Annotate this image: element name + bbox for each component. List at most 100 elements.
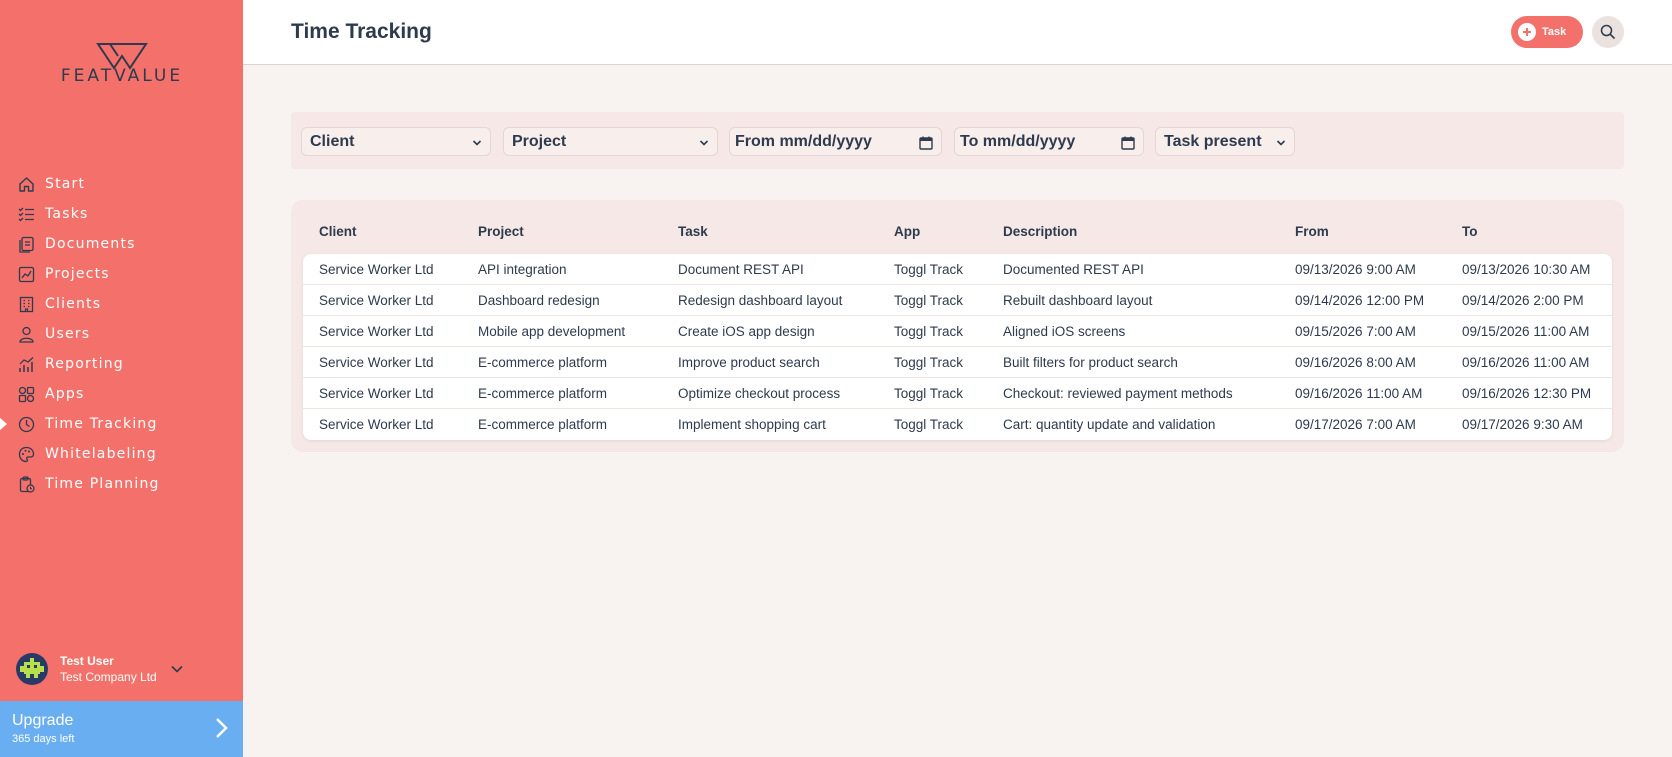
palette-icon <box>17 445 35 463</box>
table-row[interactable]: Service Worker Ltd Dashboard redesign Re… <box>303 285 1612 316</box>
sidebar-item-users[interactable]: Users <box>0 319 243 349</box>
cell-app: Toggl Track <box>894 262 964 277</box>
sidebar-item-label: Reporting <box>45 356 124 372</box>
column-header-app[interactable]: App <box>894 224 920 239</box>
column-header-client[interactable]: Client <box>319 224 357 239</box>
sidebar-item-tasks[interactable]: Tasks <box>0 199 243 229</box>
checklist-icon <box>17 205 35 223</box>
cell-to: 09/16/2026 12:30 PM <box>1462 386 1592 401</box>
to-date-input[interactable]: To mm/dd/yyyy <box>954 127 1144 156</box>
cell-description: Rebuilt dashboard layout <box>1003 293 1153 308</box>
cell-client: Service Worker Ltd <box>319 355 434 370</box>
from-date-placeholder: From mm/dd/yyyy <box>735 132 872 150</box>
search-button[interactable] <box>1592 16 1624 48</box>
chevron-right-icon <box>215 717 229 744</box>
cell-app: Toggl Track <box>894 417 964 432</box>
sidebar-item-projects[interactable]: Projects <box>0 259 243 289</box>
cell-from: 09/15/2026 7:00 AM <box>1295 324 1416 339</box>
sidebar-item-apps[interactable]: Apps <box>0 379 243 409</box>
cell-project: E-commerce platform <box>478 386 608 401</box>
filter-bar: Client Project From mm/dd/yyyy To mm/dd/… <box>291 112 1624 169</box>
chart-icon <box>17 355 35 373</box>
sidebar-item-reporting[interactable]: Reporting <box>0 349 243 379</box>
cell-app: Toggl Track <box>894 386 964 401</box>
cell-project: Dashboard redesign <box>478 293 600 308</box>
sidebar-item-label: Apps <box>45 386 85 402</box>
column-header-task[interactable]: Task <box>678 224 708 239</box>
sidebar-item-clients[interactable]: Clients <box>0 289 243 319</box>
column-header-project[interactable]: Project <box>478 224 524 239</box>
cell-app: Toggl Track <box>894 293 964 308</box>
task-present-select[interactable]: Task present <box>1155 127 1295 156</box>
table-row[interactable]: Service Worker Ltd E-commerce platform O… <box>303 378 1612 409</box>
search-icon <box>1600 24 1616 40</box>
cell-from: 09/17/2026 7:00 AM <box>1295 417 1416 432</box>
cell-description: Documented REST API <box>1003 262 1144 277</box>
cell-task: Document REST API <box>678 262 804 277</box>
sidebar-item-whitelabeling[interactable]: Whitelabeling <box>0 439 243 469</box>
cell-task: Redesign dashboard layout <box>678 293 843 308</box>
projects-icon <box>17 265 35 283</box>
chevron-down-icon <box>699 136 709 154</box>
column-header-description[interactable]: Description <box>1003 224 1077 239</box>
cell-description: Checkout: reviewed payment methods <box>1003 386 1233 401</box>
sidebar: FEATVALUE Start Tasks Documents Projects <box>0 0 243 757</box>
upgrade-banner[interactable]: Upgrade 365 days left <box>0 701 243 757</box>
sidebar-item-label: Time Tracking <box>45 416 158 432</box>
robot-avatar-icon <box>20 658 44 678</box>
cell-description: Built filters for product search <box>1003 355 1178 370</box>
home-icon <box>17 175 35 193</box>
documents-icon <box>17 235 35 253</box>
table-row[interactable]: Service Worker Ltd Mobile app developmen… <box>303 316 1612 347</box>
task-present-value: Task present <box>1164 132 1262 150</box>
clock-icon <box>17 415 35 433</box>
cell-task: Create iOS app design <box>678 324 815 339</box>
sidebar-item-start[interactable]: Start <box>0 169 243 199</box>
time-entries-table: Client Project Task App Description From… <box>291 200 1624 452</box>
user-menu[interactable]: Test User Test Company Ltd <box>16 651 226 687</box>
sidebar-nav: Start Tasks Documents Projects Clients U… <box>0 169 243 499</box>
sidebar-item-label: Documents <box>45 236 136 252</box>
sidebar-item-label: Tasks <box>45 206 89 222</box>
sidebar-item-time-tracking[interactable]: Time Tracking <box>0 409 243 439</box>
table-row[interactable]: Service Worker Ltd API integration Docum… <box>303 254 1612 285</box>
user-company: Test Company Ltd <box>60 670 157 684</box>
chevron-down-icon <box>1276 136 1286 154</box>
column-header-to[interactable]: To <box>1462 224 1478 239</box>
cell-task: Improve product search <box>678 355 820 370</box>
sidebar-item-label: Start <box>45 176 86 192</box>
sidebar-item-time-planning[interactable]: Time Planning <box>0 469 243 499</box>
calendar-icon <box>919 136 933 155</box>
to-date-placeholder: To mm/dd/yyyy <box>960 132 1076 150</box>
table-body: Service Worker Ltd API integration Docum… <box>303 254 1612 440</box>
user-icon <box>17 325 35 343</box>
add-task-label: Task <box>1542 26 1567 38</box>
cell-task: Implement shopping cart <box>678 417 826 432</box>
calendar-icon <box>1121 136 1135 155</box>
cell-to: 09/15/2026 11:00 AM <box>1462 324 1590 339</box>
table-row[interactable]: Service Worker Ltd E-commerce platform I… <box>303 409 1612 440</box>
clipboard-clock-icon <box>17 475 35 493</box>
project-select[interactable]: Project <box>503 127 718 156</box>
cell-from: 09/16/2026 8:00 AM <box>1295 355 1416 370</box>
sidebar-item-documents[interactable]: Documents <box>0 229 243 259</box>
sidebar-item-label: Clients <box>45 296 102 312</box>
column-header-from[interactable]: From <box>1295 224 1329 239</box>
cell-to: 09/16/2026 11:00 AM <box>1462 355 1590 370</box>
upgrade-days-left: 365 days left <box>12 733 75 745</box>
featvalue-logo[interactable]: FEATVALUE <box>34 40 210 90</box>
top-header: Time Tracking Task <box>243 0 1672 65</box>
table-row[interactable]: Service Worker Ltd E-commerce platform I… <box>303 347 1612 378</box>
chevron-down-icon[interactable] <box>171 660 183 678</box>
avatar <box>16 653 48 685</box>
sidebar-item-label: Users <box>45 326 91 342</box>
cell-description: Aligned iOS screens <box>1003 324 1126 339</box>
cell-client: Service Worker Ltd <box>319 262 434 277</box>
add-task-button[interactable]: Task <box>1511 16 1583 48</box>
client-select[interactable]: Client <box>301 127 491 156</box>
from-date-input[interactable]: From mm/dd/yyyy <box>729 127 942 156</box>
client-select-value: Client <box>310 132 355 150</box>
cell-from: 09/13/2026 9:00 AM <box>1295 262 1416 277</box>
cell-app: Toggl Track <box>894 324 964 339</box>
cell-client: Service Worker Ltd <box>319 417 434 432</box>
